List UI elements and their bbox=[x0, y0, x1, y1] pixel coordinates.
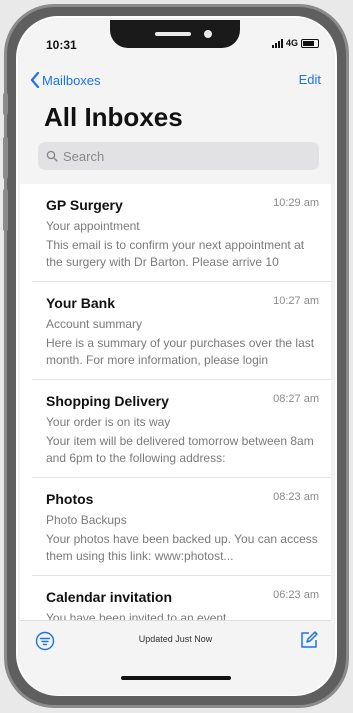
message-row[interactable]: Your Bank 10:27 am Account summary Here … bbox=[32, 282, 331, 380]
search-placeholder: Search bbox=[63, 148, 105, 164]
message-sender: Photos bbox=[46, 491, 94, 507]
bottom-toolbar: Updated Just Now bbox=[20, 620, 331, 661]
message-time: 06:23 am bbox=[273, 589, 319, 601]
message-sender: Calendar invitation bbox=[46, 589, 173, 605]
signal-icon bbox=[271, 38, 283, 48]
mail-screen: 10:31 4G Mailboxes Edit All Inboxes Sear… bbox=[20, 20, 331, 695]
speaker bbox=[155, 32, 191, 36]
status-indicators: 4G bbox=[271, 38, 319, 48]
message-row[interactable]: Photos 08:23 am Photo Backups Your photo… bbox=[32, 478, 331, 576]
battery-icon bbox=[301, 38, 319, 48]
edit-button[interactable]: Edit bbox=[299, 72, 321, 87]
message-preview: Your photos have been backed up. You can… bbox=[46, 532, 318, 563]
message-sender: Your Bank bbox=[46, 295, 115, 311]
update-status: Updated Just Now bbox=[138, 634, 213, 644]
search-icon bbox=[46, 150, 58, 162]
camera bbox=[204, 30, 212, 38]
status-bar: 10:31 4G bbox=[20, 20, 331, 60]
compose-button[interactable] bbox=[299, 630, 319, 655]
message-time: 10:27 am bbox=[273, 295, 319, 307]
message-preview: Here is a summary of your purchases over… bbox=[46, 336, 315, 367]
compose-icon bbox=[301, 631, 318, 648]
message-sender: GP Surgery bbox=[46, 197, 123, 213]
message-subject: Account summary bbox=[46, 317, 143, 331]
message-preview: Your item will be delivered tomorrow bet… bbox=[46, 434, 314, 465]
message-subject: You have been invited to an event bbox=[46, 611, 227, 620]
message-time: 08:27 am bbox=[273, 393, 319, 405]
volume-up-button bbox=[3, 137, 8, 179]
home-indicator[interactable] bbox=[121, 676, 231, 680]
message-list: GP Surgery 10:29 am Your appointment Thi… bbox=[20, 184, 331, 620]
message-time: 10:29 am bbox=[273, 197, 319, 209]
search-field[interactable]: Search bbox=[38, 142, 319, 170]
message-subject: Photo Backups bbox=[46, 513, 127, 527]
status-time: 10:31 bbox=[46, 38, 77, 52]
message-sender: Shopping Delivery bbox=[46, 393, 169, 409]
message-subject: Your appointment bbox=[46, 219, 140, 233]
page-title: All Inboxes bbox=[44, 102, 183, 132]
chevron-left-icon bbox=[30, 72, 40, 88]
message-row[interactable]: Calendar invitation 06:23 am You have be… bbox=[32, 576, 331, 620]
notch bbox=[110, 20, 240, 48]
message-row[interactable]: GP Surgery 10:29 am Your appointment Thi… bbox=[32, 184, 331, 282]
back-label: Mailboxes bbox=[42, 72, 101, 88]
message-row[interactable]: Shopping Delivery 08:27 am Your order is… bbox=[32, 380, 331, 478]
network-type: 4G bbox=[285, 38, 298, 48]
mute-switch bbox=[3, 93, 8, 115]
message-preview: This email is to confirm your next appoi… bbox=[46, 238, 305, 269]
message-time: 08:23 am bbox=[273, 491, 319, 503]
mailboxes-back-button[interactable]: Mailboxes bbox=[30, 72, 101, 88]
volume-down-button bbox=[3, 189, 8, 231]
message-subject: Your order is on its way bbox=[46, 415, 171, 429]
